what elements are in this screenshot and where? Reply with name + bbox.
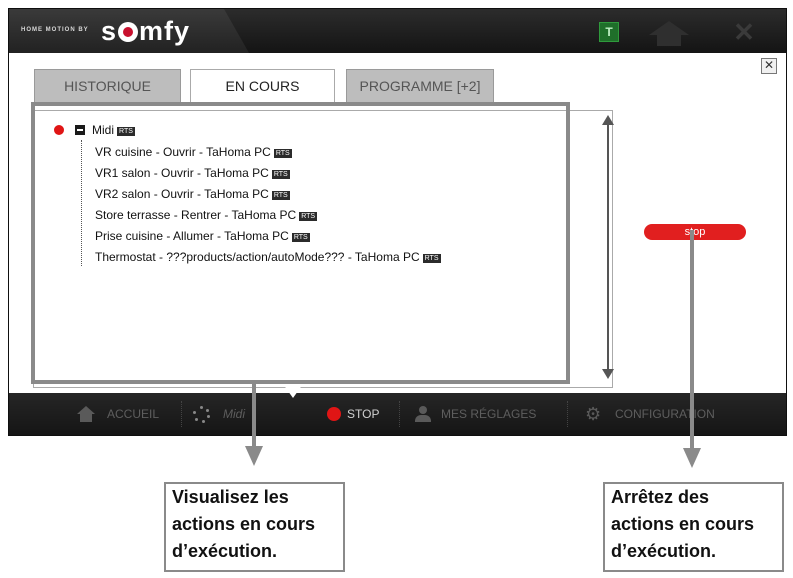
close-panel-button[interactable]: ✕ [761, 58, 777, 74]
nav-divider [399, 401, 400, 427]
user-icon [415, 406, 431, 422]
home-icon [77, 406, 95, 422]
top-bar: HOME MOTION BY s mfy T ✕ [9, 9, 786, 53]
scroll-track[interactable] [607, 125, 609, 369]
tahoma-t-icon[interactable]: T [599, 22, 619, 42]
nav-divider [567, 401, 568, 427]
stop-button[interactable]: stop [644, 224, 746, 240]
list-scrollbar[interactable] [597, 111, 619, 389]
home-icon[interactable] [649, 21, 689, 46]
tab-en-cours[interactable]: EN COURS [190, 69, 335, 103]
gear-icon: ⚙ [585, 404, 602, 424]
active-nav-pointer [283, 384, 303, 398]
spinner-icon [193, 406, 211, 424]
nav-divider [181, 401, 182, 427]
highlight-box [31, 102, 570, 384]
stop-icon [327, 407, 341, 421]
tab-programme[interactable]: PROGRAMME [+2] [346, 69, 494, 102]
somfy-logo: s mfy [101, 16, 191, 46]
brand-tagline: HOME MOTION BY [21, 27, 89, 33]
tab-historique[interactable]: HISTORIQUE [34, 69, 181, 102]
arrow-line-left [252, 384, 256, 446]
scroll-up-icon[interactable] [602, 115, 614, 125]
bottom-nav: ACCUEIL Midi STOP MES RÉGLAGES ⚙ CONFIGU… [9, 393, 786, 435]
close-app-icon[interactable]: ✕ [729, 19, 759, 45]
arrow-line-right [690, 230, 694, 450]
arrow-head-left [245, 446, 263, 466]
callout-right: Arrêtez des actions en cours d’exécution… [603, 482, 784, 572]
callout-left: Visualisez les actions en cours d’exécut… [164, 482, 345, 572]
arrow-head-right [683, 448, 701, 468]
scroll-down-icon[interactable] [602, 369, 614, 379]
